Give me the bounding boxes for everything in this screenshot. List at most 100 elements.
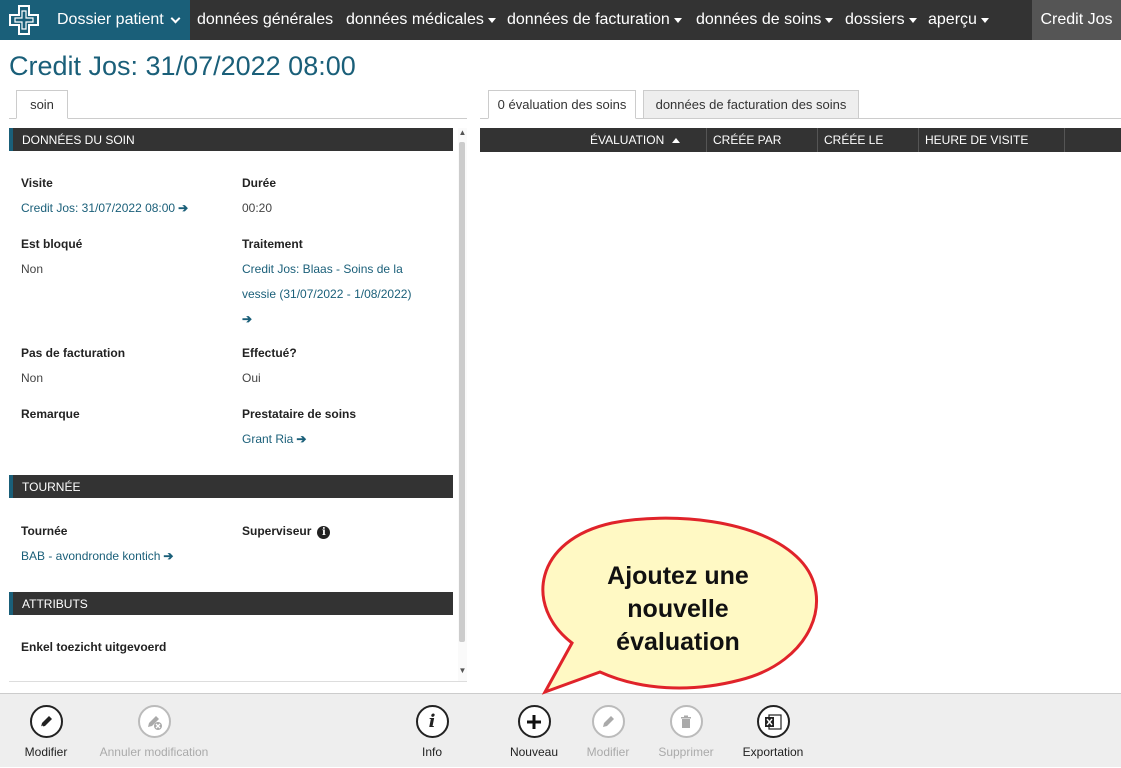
tournee-link[interactable]: BAB - avondronde kontich ➔ [21,544,173,569]
supprimer-button[interactable]: Supprimer [652,694,720,768]
scroll-up-icon[interactable]: ▲ [458,128,467,140]
nav-dossiers[interactable]: dossiers [845,0,917,40]
button-label: Supprimer [658,745,714,759]
soin-detail-panel: DONNÉES DU SOIN Visite Credit Jos: 31/07… [9,128,467,682]
arrow-right-icon: ➔ [242,312,253,326]
bottom-toolbar: Modifier Annuler modification i Info Nou… [0,693,1121,767]
modifier-button[interactable]: Modifier [10,694,82,768]
info-icon: i [415,705,449,738]
page-title: Credit Jos: 31/07/2022 08:00 [9,51,356,81]
est-bloque-value: Non [21,262,44,276]
button-label: Modifier [586,745,630,759]
column-label: HEURE DE VISITE [925,133,1029,147]
nav-item-label: données de facturation [507,11,670,28]
left-panel-scrollbar[interactable]: ▲ ▼ [458,128,467,681]
callout-line: Ajoutez une [607,562,749,590]
traitement-value-line2: vessie (31/07/2022 - 1/08/2022) [242,287,412,301]
traitement-value-line1: Credit Jos: Blaas - Soins de la [242,262,403,276]
traitement-label: Traitement [242,237,303,251]
nouveau-button[interactable]: Nouveau [504,694,564,768]
tournee-value: BAB - avondronde kontich [21,549,161,563]
tab-label: données de facturation des soins [655,97,847,112]
arrow-right-icon: ➔ [163,549,174,563]
column-creee-le[interactable]: CRÉÉE LE [817,128,918,152]
user-name: Credit Jos [1040,11,1113,28]
info-button[interactable]: i Info [404,694,460,768]
right-tab-bar: 0 évaluation des soins données de factur… [480,90,1121,119]
pas-facturation-label: Pas de facturation [21,346,126,360]
column-label: CRÉÉE PAR [713,133,782,147]
tournee-label: Tournée [21,524,68,538]
nav-item-label: aperçu [928,11,977,28]
column-creee-par[interactable]: CRÉÉE PAR [706,128,817,152]
nav-item-label: données de soins [696,11,822,28]
column-extra [1064,128,1121,152]
effectue-value: Oui [242,371,261,385]
caret-down-icon [487,17,496,23]
caret-down-icon [980,17,989,23]
callout-line: évaluation [616,628,740,656]
trash-icon [669,705,703,738]
prestataire-link[interactable]: Grant Ria ➔ [242,427,306,452]
scroll-down-icon[interactable]: ▼ [458,666,467,678]
superviseur-text: Superviseur [242,524,312,538]
section-header-donnees-du-soin: DONNÉES DU SOIN [9,128,453,151]
superviseur-label: Superviseur i [242,524,331,539]
pencil-icon [29,705,63,738]
left-tab-bar: soin [9,90,467,119]
button-label: Exportation [742,745,804,759]
section-header-attributs: ATTRIBUTS [9,592,453,615]
nav-dossier-label: Dossier patient [57,11,164,28]
plus-icon [517,705,551,738]
nav-donnees-medicales[interactable]: données médicales [346,0,496,40]
annuler-modification-button[interactable]: Annuler modification [90,694,218,768]
tab-label: 0 évaluation des soins [497,97,627,112]
nav-apercu[interactable]: aperçu [928,0,989,40]
app-logo-icon[interactable] [0,0,48,40]
excel-export-icon [756,705,790,738]
column-heure-de-visite[interactable]: HEURE DE VISITE [918,128,1064,152]
evaluation-table-header: ÉVALUATION CRÉÉE PAR CRÉÉE LE HEURE DE V… [480,128,1121,152]
top-navigation: Dossier patient données générales donnée… [0,0,1121,40]
duree-label: Durée [242,176,277,190]
est-bloque-label: Est bloqué [21,237,83,251]
tab-soin[interactable]: soin [16,90,68,119]
chevron-down-icon [170,13,181,23]
user-menu[interactable]: Credit Jos [1032,0,1121,40]
column-label: CRÉÉE LE [824,133,884,147]
caret-down-icon [908,17,917,23]
column-evaluation[interactable]: ÉVALUATION [584,128,706,152]
traitement-link[interactable]: Credit Jos: Blaas - Soins de la vessie (… [242,257,411,332]
visite-label: Visite [21,176,53,190]
exportation-button[interactable]: Exportation [736,694,810,768]
nav-donnees-facturation[interactable]: données de facturation [507,0,682,40]
prestataire-label: Prestataire de soins [242,407,357,421]
nav-dossier-patient[interactable]: Dossier patient [48,0,190,40]
section-header-tournee: TOURNÉE [9,475,453,498]
button-label: Modifier [24,745,68,759]
arrow-right-icon: ➔ [296,432,307,446]
remarque-label: Remarque [21,407,80,421]
nav-donnees-soins[interactable]: données de soins [696,0,834,40]
pas-facturation-value: Non [21,371,44,385]
nav-item-label: données générales [197,11,334,28]
caret-down-icon [825,17,834,23]
button-label: Info [421,745,442,759]
info-icon[interactable]: i [317,526,331,539]
tab-donnees-facturation-soins[interactable]: données de facturation des soins [643,90,859,119]
cancel-edit-icon [137,705,171,738]
pencil-icon [591,705,625,738]
tab-evaluation-des-soins[interactable]: 0 évaluation des soins [488,90,636,119]
modifier-evaluation-button[interactable]: Modifier [578,694,638,768]
nav-item-label: dossiers [845,11,905,28]
visite-link[interactable]: Credit Jos: 31/07/2022 08:00 ➔ [21,196,188,221]
attribut-label: Enkel toezicht uitgevoerd [21,640,167,654]
column-label: ÉVALUATION [590,133,665,147]
button-label: Annuler modification [99,745,209,759]
effectue-label: Effectué? [242,346,297,360]
callout-text: Ajoutez une nouvelle évaluation [572,560,784,659]
tab-label: soin [30,97,54,112]
nav-donnees-generales[interactable]: données générales [197,0,333,40]
button-label: Nouveau [509,745,559,759]
scroll-thumb[interactable] [459,142,465,642]
